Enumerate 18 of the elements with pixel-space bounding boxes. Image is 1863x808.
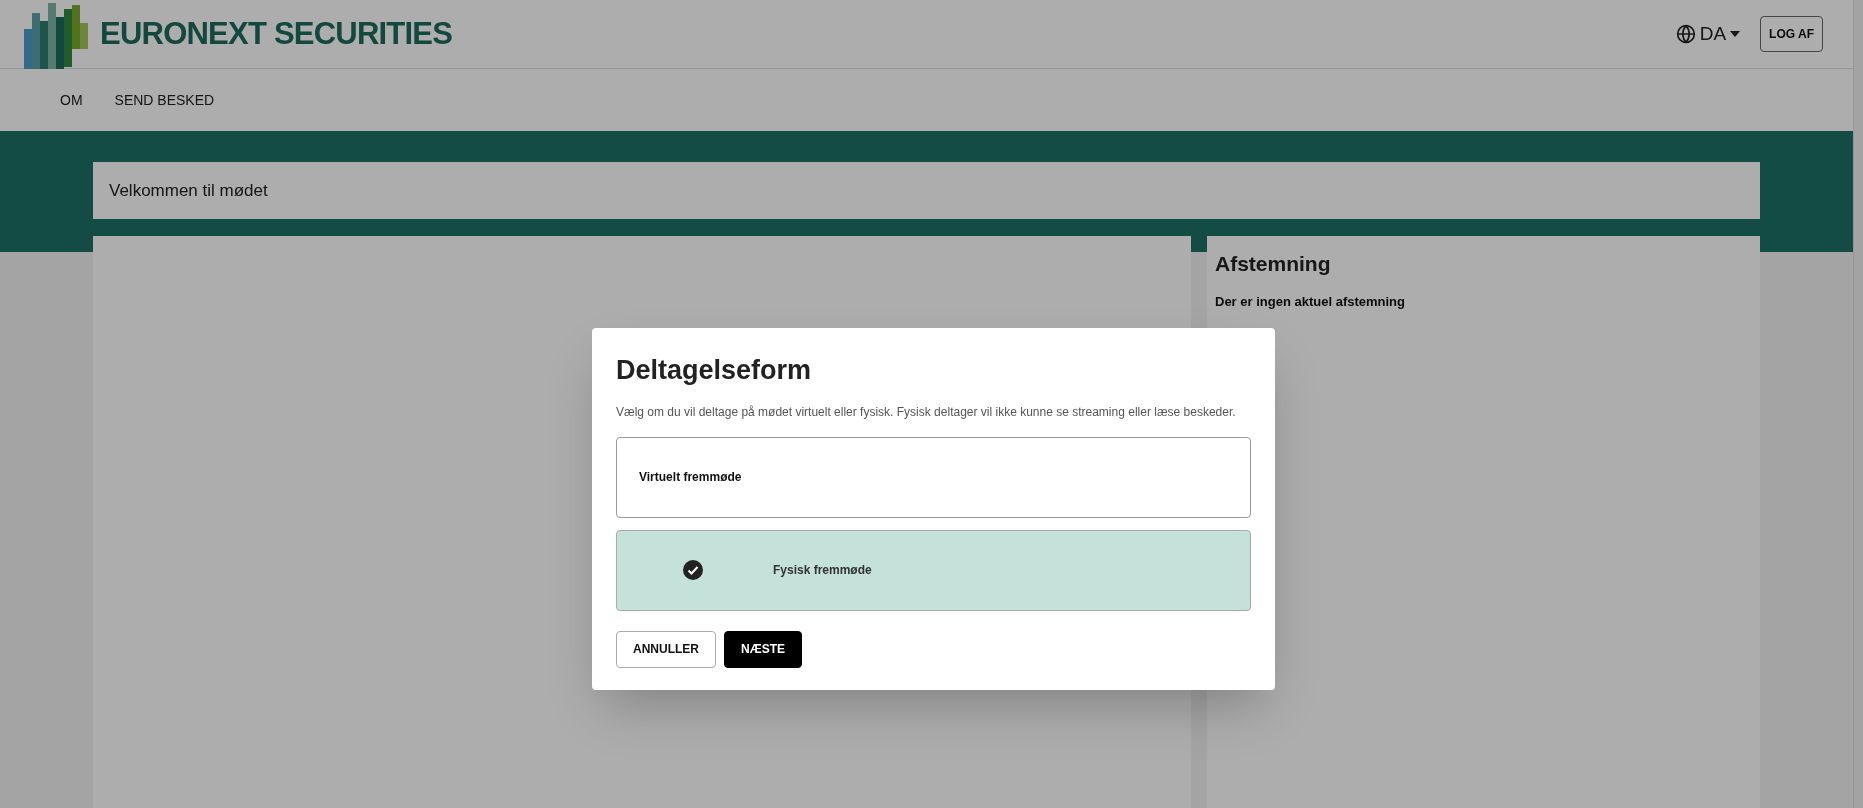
voting-title: Afstemning	[1215, 251, 1332, 277]
caret-icon	[1730, 31, 1741, 37]
cancel-button[interactable]: ANNULLER	[616, 630, 716, 668]
welcome-bar: Velkommen til mødet	[93, 162, 1760, 219]
next-button[interactable]: NÆSTE	[724, 630, 802, 668]
logo-icon	[24, 0, 88, 69]
logout-button[interactable]: LOG AF	[1760, 16, 1823, 52]
nav-link[interactable]: OM	[60, 89, 83, 111]
dialog-title: Deltagelseform	[616, 354, 813, 387]
dialog-description: Vælg om du vil deltage på mødet virtuelt eller fysisk. Fysisk deltager vil ikke kunne se streaming eller læse beskeder.	[616, 403, 1237, 421]
check-circle-icon	[683, 560, 703, 580]
language-selector[interactable]: DA	[1675, 19, 1741, 49]
globe-icon	[1675, 24, 1696, 44]
nav-link[interactable]: SEND BESKED	[114, 89, 215, 111]
attendance-option[interactable]: Virtuelt fremmøde	[616, 436, 1251, 518]
attendance-option[interactable]: Fysisk fremmøde	[616, 529, 1251, 611]
voting-message: Der er ingen aktuel afstemning	[1215, 292, 1406, 311]
brand-name: EURONEXT SECURITIES	[100, 14, 453, 53]
